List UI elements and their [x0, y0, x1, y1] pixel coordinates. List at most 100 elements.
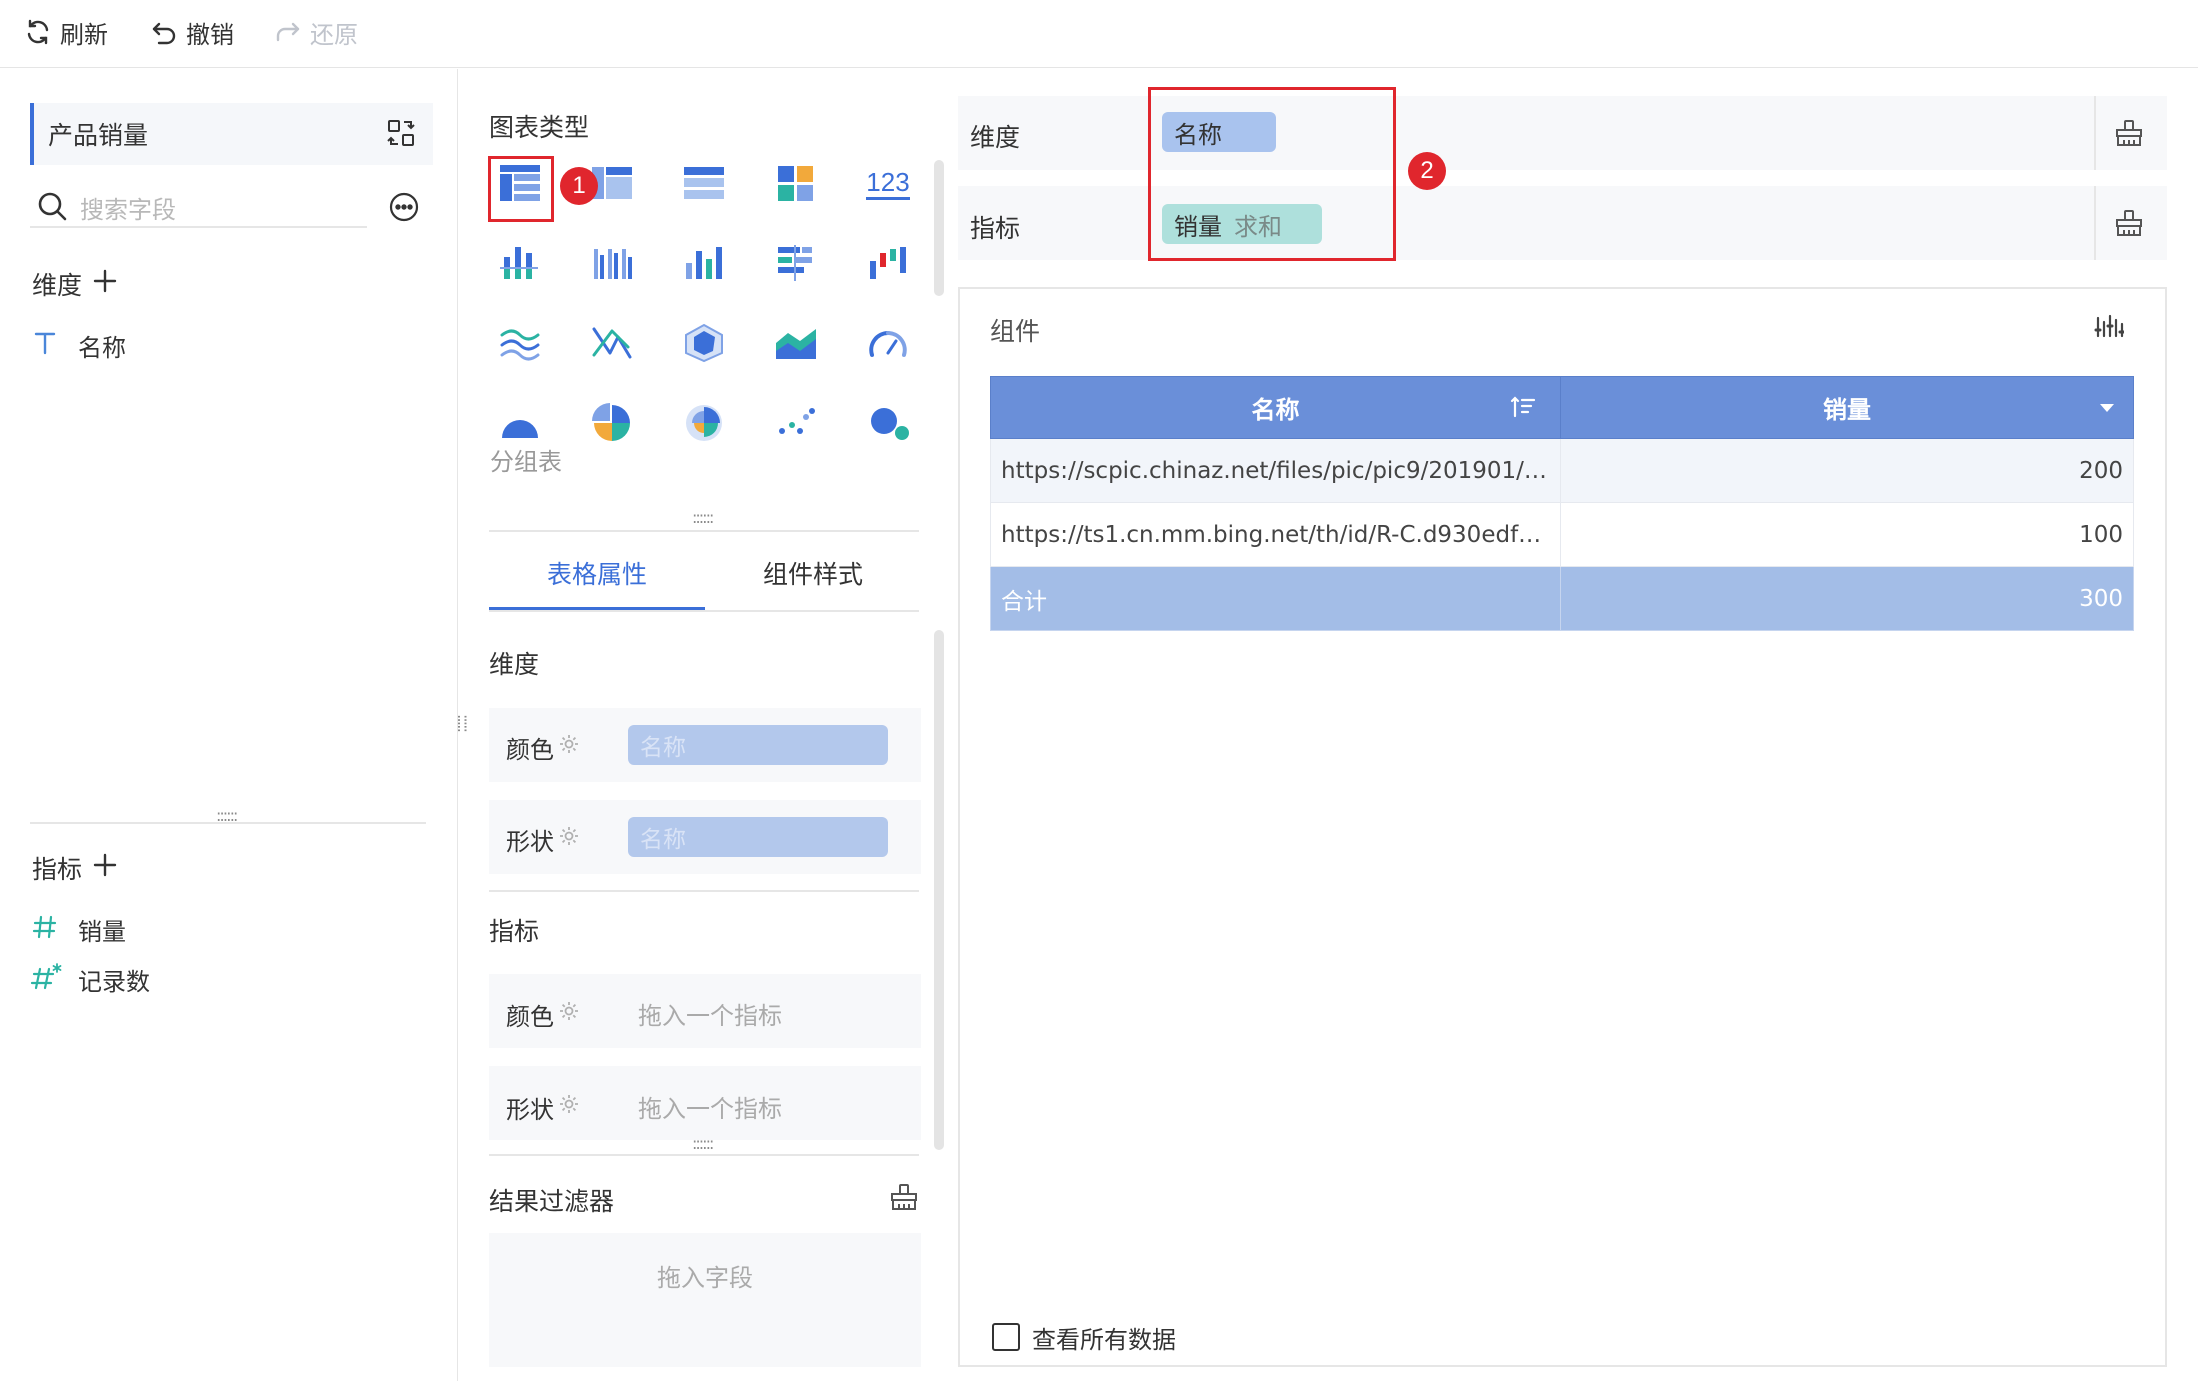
- refresh-button[interactable]: 刷新: [24, 14, 108, 50]
- redo-icon: [274, 18, 302, 46]
- chart-grid-scrollbar[interactable]: [934, 160, 944, 296]
- sort-icon[interactable]: [1510, 394, 1536, 420]
- text-field-icon: [32, 330, 58, 356]
- measure-shape-dropzone[interactable]: 拖入一个指标: [638, 1089, 782, 1124]
- filter-placeholder: 拖入字段: [657, 1264, 753, 1292]
- clear-broom-icon[interactable]: [2114, 208, 2144, 238]
- redo-label: 还原: [310, 20, 358, 49]
- measure-shape-label: 形状: [506, 1096, 554, 1124]
- data-table-wrapper: 名称 销量 https://scpic.chinaz.net/files/pic…: [990, 376, 2134, 631]
- table-cell-sales[interactable]: 200: [1560, 438, 2134, 503]
- table-row: https://ts1.cn.mm.bing.net/th/id/R-C.d93…: [990, 502, 2134, 567]
- dim-shape-field[interactable]: 名称: [628, 817, 888, 857]
- chart-type-line[interactable]: [489, 312, 551, 374]
- chart-type-bubble[interactable]: [857, 392, 919, 454]
- add-measure-icon[interactable]: [92, 852, 118, 878]
- chart-type-highlight-box: [488, 156, 554, 222]
- middle-splitter-handle-bottom[interactable]: ::::::: [692, 1134, 714, 1153]
- dimension-drop-row: [958, 96, 2167, 170]
- chart-type-cross-line[interactable]: [581, 312, 643, 374]
- dim-color-label: 颜色: [506, 736, 554, 764]
- dim-color-field[interactable]: 名称: [628, 725, 888, 765]
- measure-field-sales[interactable]: 销量: [78, 912, 126, 947]
- count-field-icon: [30, 962, 64, 990]
- chart-type-horizontal-bar[interactable]: [765, 232, 827, 294]
- chart-type-rose[interactable]: [673, 392, 735, 454]
- view-all-checkbox[interactable]: [992, 1323, 1020, 1351]
- measure-color-dropzone[interactable]: 拖入一个指标: [638, 996, 782, 1031]
- result-filter-dropzone[interactable]: [489, 1233, 921, 1367]
- table-cell-sales[interactable]: 100: [1560, 502, 2134, 567]
- chart-type-scatter[interactable]: [765, 392, 827, 454]
- clear-broom-icon[interactable]: [2114, 118, 2144, 148]
- search-underline: [30, 226, 367, 228]
- result-filter-title: 结果过滤器: [489, 1187, 615, 1216]
- chart-type-grouped-bar[interactable]: [581, 232, 643, 294]
- chart-settings-icon[interactable]: [2094, 312, 2124, 342]
- refresh-label: 刷新: [60, 20, 108, 49]
- column-header-sales[interactable]: 销量: [1560, 376, 2134, 439]
- chart-type-kpi-card[interactable]: [765, 152, 827, 214]
- dimension-drop-label: 维度: [970, 123, 1021, 152]
- field-highlight-box: [1148, 87, 1396, 261]
- table-header-row: 名称 销量: [990, 376, 2134, 439]
- chart-type-pie[interactable]: [581, 392, 643, 454]
- chart-type-detail-table[interactable]: [673, 152, 735, 214]
- chart-type-waterfall[interactable]: [857, 232, 919, 294]
- dimension-field-name[interactable]: 名称: [78, 328, 126, 363]
- middle-splitter-handle-top[interactable]: ::::::: [692, 508, 714, 527]
- chart-type-caption: 分组表: [490, 448, 562, 476]
- measure-header: 指标: [32, 855, 83, 884]
- tab-component-style[interactable]: 组件样式: [705, 555, 921, 591]
- props-dimension-title: 维度: [489, 650, 540, 679]
- clear-broom-icon[interactable]: [889, 1182, 919, 1212]
- undo-label: 撤销: [186, 20, 234, 49]
- column-header-label: 名称: [1251, 396, 1300, 424]
- chart-type-bar[interactable]: [673, 232, 735, 294]
- chart-type-title: 图表类型: [489, 113, 590, 142]
- refresh-icon: [24, 18, 52, 46]
- table-total-label: 合计: [990, 566, 1561, 631]
- search-icon: [36, 190, 68, 222]
- chart-type-number[interactable]: 123: [857, 152, 919, 214]
- dataset-title: 产品销量: [48, 121, 149, 150]
- chart-type-gauge[interactable]: [857, 312, 919, 374]
- switch-dataset-icon[interactable]: [386, 118, 416, 148]
- settings-gear-icon[interactable]: [558, 1093, 580, 1115]
- measure-field-record-count[interactable]: 记录数: [78, 962, 150, 997]
- tab-table-properties[interactable]: 表格属性: [489, 555, 705, 591]
- data-table: 名称 销量 https://scpic.chinaz.net/files/pic…: [990, 376, 2134, 631]
- add-dimension-icon[interactable]: [92, 268, 118, 294]
- annotation-badge-1: 1: [560, 167, 598, 205]
- tab-underline: [489, 610, 919, 612]
- vertical-splitter-handle[interactable]: :::::: [454, 714, 473, 731]
- settings-gear-icon[interactable]: [558, 1000, 580, 1022]
- chart-type-area[interactable]: [765, 312, 827, 374]
- chart-type-stacked-bar[interactable]: [489, 232, 551, 294]
- settings-gear-icon[interactable]: [558, 733, 580, 755]
- undo-icon: [150, 18, 178, 46]
- section-divider: [30, 822, 426, 824]
- filter-divider: [489, 1154, 919, 1156]
- table-total-value: 300: [1560, 566, 2134, 631]
- props-scrollbar[interactable]: [934, 630, 944, 1150]
- numeric-field-icon: [32, 914, 58, 940]
- search-input[interactable]: 搜索字段: [80, 190, 176, 225]
- undo-button[interactable]: 撤销: [150, 14, 234, 50]
- column-header-name[interactable]: 名称: [990, 376, 1561, 439]
- table-cell-name[interactable]: https://scpic.chinaz.net/files/pic/pic9/…: [990, 438, 1561, 503]
- measure-drop-label: 指标: [970, 214, 1021, 243]
- numeric-icon-text: 123: [866, 167, 910, 200]
- props-measure-title: 指标: [489, 917, 540, 946]
- table-row: https://scpic.chinaz.net/files/pic/pic9/…: [990, 438, 2134, 503]
- settings-gear-icon[interactable]: [558, 825, 580, 847]
- dropdown-caret-icon[interactable]: [2099, 403, 2115, 413]
- annotation-badge-2: 2: [1408, 152, 1446, 190]
- props-divider: [489, 890, 919, 892]
- more-options-icon[interactable]: [388, 191, 420, 223]
- redo-button[interactable]: 还原: [274, 14, 358, 50]
- chart-type-radar[interactable]: [673, 312, 735, 374]
- table-cell-name[interactable]: https://ts1.cn.mm.bing.net/th/id/R-C.d93…: [990, 502, 1561, 567]
- view-all-label: 查看所有数据: [1032, 1326, 1176, 1354]
- measure-color-label: 颜色: [506, 1003, 554, 1031]
